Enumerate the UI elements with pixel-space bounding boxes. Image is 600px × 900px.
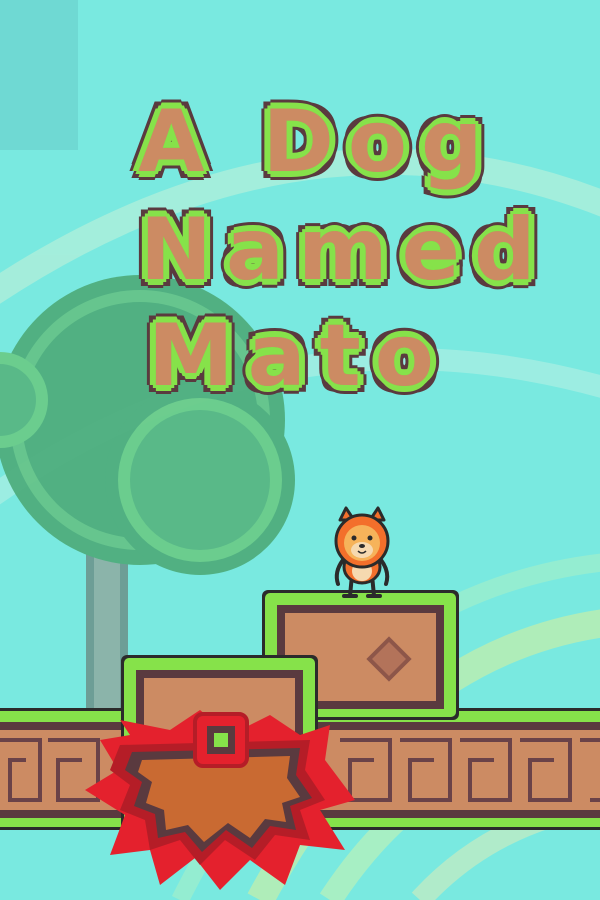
- title-line-2: Named: [138, 198, 550, 302]
- game-scene: A Dog Named Mato: [0, 0, 600, 900]
- game-title: A Dog Named Mato: [0, 0, 600, 900]
- title-line-3: Mato: [146, 304, 448, 408]
- title-line-1: A Dog: [136, 90, 497, 194]
